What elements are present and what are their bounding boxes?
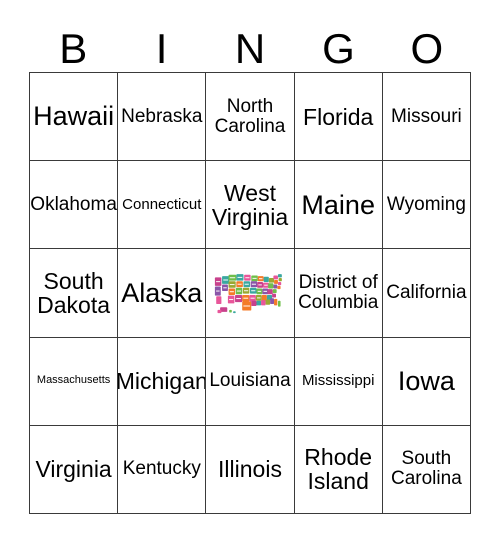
bingo-cell-label: Connecticut	[122, 195, 202, 213]
bingo-cell[interactable]: District of Columbia	[294, 249, 383, 338]
bingo-cell[interactable]: Iowa	[382, 337, 471, 426]
bingo-cell-label: South Carolina	[391, 448, 462, 490]
bingo-cell-label: Nebraska	[121, 105, 203, 127]
bingo-cell[interactable]: California	[382, 249, 471, 338]
bingo-cell[interactable]: Nebraska	[118, 73, 207, 162]
bingo-header: B I N G O	[29, 16, 471, 72]
header-letter-b: B	[59, 25, 88, 72]
header-letter-n: N	[234, 25, 266, 72]
bingo-cell[interactable]: Florida	[294, 73, 383, 162]
bingo-cell[interactable]: West Virginia	[206, 161, 295, 250]
bingo-cell[interactable]: Kentucky	[118, 425, 207, 514]
bingo-cell-label: California	[386, 282, 467, 304]
bingo-cell-label: Oklahoma	[30, 193, 117, 215]
bingo-cell-label: Wyoming	[386, 193, 466, 215]
bingo-cell-label: Kentucky	[122, 458, 201, 480]
bingo-cell[interactable]: Massachusetts	[30, 337, 119, 426]
bingo-cell[interactable]: Michigan	[118, 337, 207, 426]
bingo-cell[interactable]: Hawaii	[30, 73, 119, 162]
bingo-cell-label: Hawaii	[33, 101, 115, 132]
bingo-cell-label: Florida	[303, 103, 374, 130]
bingo-cell-label: Michigan	[118, 368, 207, 395]
bingo-cell[interactable]: Illinois	[206, 425, 295, 514]
header-letter-i: I	[155, 25, 168, 72]
bingo-cell-label: North Carolina	[214, 95, 286, 137]
bingo-cell-label: West Virginia	[211, 179, 289, 230]
bingo-cell-label: Maine	[301, 189, 375, 220]
bingo-cell[interactable]: Alaska	[118, 249, 207, 338]
bingo-cell[interactable]: Rhode Island	[294, 425, 383, 514]
bingo-cell[interactable]: Oklahoma	[30, 161, 119, 250]
bingo-cell-label: Rhode Island	[304, 444, 373, 495]
bingo-cell-label: District of Columbia	[298, 272, 379, 313]
bingo-free-space[interactable]	[206, 249, 295, 338]
bingo-cell[interactable]: Connecticut	[118, 161, 207, 250]
us-map-image	[211, 265, 289, 321]
bingo-cell-label: South Dakota	[37, 267, 111, 318]
bingo-cell-label: Louisiana	[209, 370, 291, 392]
bingo-cell-label: Missouri	[391, 105, 462, 127]
bingo-cell[interactable]: North Carolina	[206, 73, 295, 162]
bingo-cell-label: Iowa	[397, 366, 455, 397]
bingo-cell[interactable]: South Carolina	[382, 425, 471, 514]
bingo-card: B I N G O Hawaii Nebraska North Carolina Fl…	[0, 0, 500, 544]
bingo-cell[interactable]: South Dakota	[30, 249, 119, 338]
bingo-cell[interactable]: Missouri	[382, 73, 471, 162]
header-letter-g: G	[322, 25, 355, 72]
bingo-grid: Hawaii Nebraska North Carolina Florida Misso…	[29, 72, 471, 514]
bingo-cell[interactable]: Louisiana	[206, 337, 295, 426]
bingo-cell[interactable]: Virginia	[30, 425, 119, 514]
bingo-cell-label: Mississippi	[301, 372, 375, 390]
bingo-cell[interactable]: Mississippi	[294, 337, 383, 426]
header-letter-o: O	[410, 25, 444, 72]
bingo-cell-label: Virginia	[35, 456, 112, 483]
bingo-cell-label: Massachusetts	[36, 374, 111, 387]
bingo-cell[interactable]: Maine	[294, 161, 383, 250]
bingo-cell-label: Illinois	[218, 456, 282, 483]
bingo-cell[interactable]: Wyoming	[382, 161, 471, 250]
bingo-cell-label: Alaska	[121, 277, 203, 308]
